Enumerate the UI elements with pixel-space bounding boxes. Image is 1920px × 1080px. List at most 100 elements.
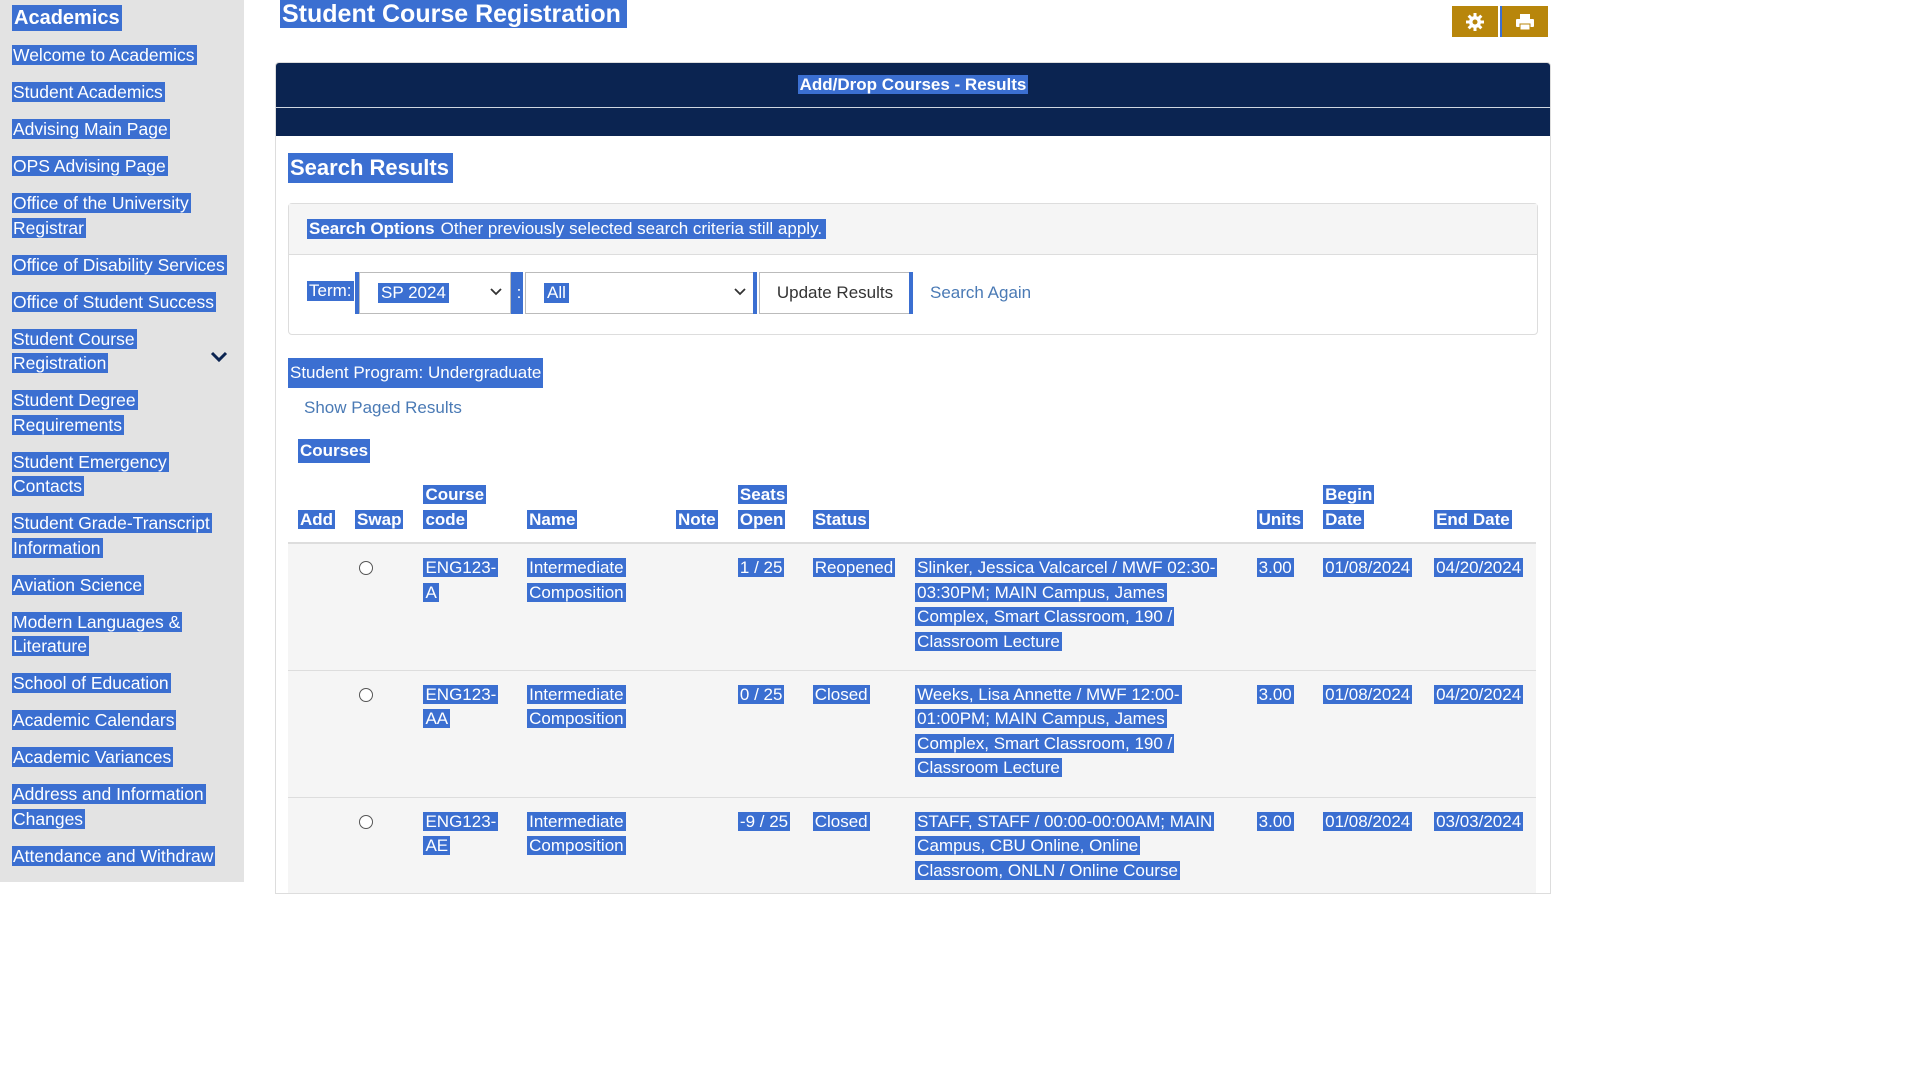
course-name: Intermediate Composition (527, 558, 626, 602)
filter-select[interactable]: All (525, 272, 755, 314)
show-paged-results-link[interactable]: Show Paged Results (304, 398, 462, 418)
sidebar-title: Academics (12, 5, 122, 31)
swap-radio[interactable] (359, 814, 374, 829)
sidebar-item-label[interactable]: Academic Variances (12, 747, 174, 767)
sidebar-item-grade-transcript[interactable]: Student Grade-Transcript Information (12, 511, 234, 560)
sidebar-item-school-of-education[interactable]: School of Education (12, 671, 234, 696)
courses-heading: Courses (298, 439, 371, 463)
sidebar-item-course-registration[interactable]: Student Course Registration (12, 327, 234, 376)
separator (909, 272, 913, 314)
sidebar-item-ops-advising[interactable]: OPS Advising Page (12, 154, 234, 179)
table-row: ENG123-A Intermediate Composition 1 / 25… (288, 543, 1536, 671)
course-note (665, 670, 728, 798)
begin-date: 01/08/2024 (1323, 684, 1413, 704)
course-status: Closed (812, 684, 870, 704)
end-date: 04/20/2024 (1434, 684, 1524, 704)
sidebar-item-modern-languages[interactable]: Modern Languages & Literature (12, 610, 234, 659)
chevron-down-icon (490, 288, 502, 296)
sidebar-item-registrar[interactable]: Office of the University Registrar (12, 191, 234, 240)
section-title: Search Results (288, 153, 453, 183)
sidebar-item-aviation-science[interactable]: Aviation Science (12, 573, 234, 598)
sidebar-item-label[interactable]: Aviation Science (12, 574, 145, 595)
term-separator: : (515, 272, 523, 314)
col-name: Name (517, 473, 666, 544)
sidebar-item-label[interactable]: Attendance and Withdraw (12, 845, 216, 866)
sidebar-item-label[interactable]: Welcome to Academics (12, 45, 197, 65)
col-swap: Swap (345, 473, 414, 544)
course-code: ENG123-AE (423, 811, 499, 855)
sidebar-item-label[interactable]: Student Course Registration (12, 328, 137, 373)
col-end-date: End Date (1424, 473, 1536, 544)
sidebar-item-label[interactable]: Student Grade-Transcript Information (12, 513, 212, 558)
course-status: Reopened (812, 558, 896, 577)
col-seats-open: Seats Open (727, 473, 803, 544)
course-details: Slinker, Jessica Valcarcel / MWF 02:30-0… (915, 558, 1218, 651)
print-button[interactable] (1500, 6, 1548, 37)
sidebar-item-advising-main[interactable]: Advising Main Page (12, 117, 234, 142)
chevron-down-icon (734, 288, 746, 296)
table-header-row: Add Swap Course code Name Note Seats Ope… (288, 473, 1536, 544)
sidebar-item-label[interactable]: Office of Student Success (12, 291, 217, 312)
sidebar-item-label[interactable]: Address and Information Changes (12, 784, 206, 829)
panel-header: Add/Drop Courses - Results (276, 63, 1550, 108)
begin-date: 01/08/2024 (1323, 811, 1413, 831)
col-details (905, 473, 1247, 544)
separator (753, 272, 757, 314)
sidebar-item-label[interactable]: Academic Calendars (12, 710, 177, 730)
sidebar-item-label[interactable]: Student Emergency Contacts (12, 451, 169, 496)
sidebar-item-label[interactable]: Student Academics (12, 82, 165, 102)
sidebar-item-label[interactable]: School of Education (12, 673, 171, 693)
sidebar-item-academic-variances[interactable]: Academic Variances (12, 745, 234, 770)
course-units: 3.00 (1256, 811, 1294, 831)
sidebar-item-label[interactable]: Student Degree Requirements (12, 390, 138, 435)
sidebar-item-emergency-contacts[interactable]: Student Emergency Contacts (12, 450, 234, 499)
swap-radio[interactable] (359, 687, 374, 702)
course-units: 3.00 (1256, 684, 1294, 704)
seats-open: -9 / 25 (737, 811, 791, 831)
term-select-value: SP 2024 (378, 283, 449, 303)
course-note (665, 543, 728, 671)
sidebar-item-student-academics[interactable]: Student Academics (12, 80, 234, 105)
sidebar-item-degree-requirements[interactable]: Student Degree Requirements (12, 388, 234, 437)
sidebar-item-academic-calendars[interactable]: Academic Calendars (12, 708, 234, 733)
sidebar-item-label[interactable]: Office of Disability Services (12, 254, 227, 275)
course-details: STAFF, STAFF / 00:00-00:00AM; MAIN Campu… (915, 811, 1215, 880)
swap-radio[interactable] (359, 561, 374, 575)
swap-cell (345, 543, 414, 671)
panel-heading: Add/Drop Courses - Results (797, 75, 1029, 94)
sidebar-nav: Welcome to Academics Student Academics A… (12, 43, 234, 881)
sidebar-item-label[interactable]: OPS Advising Page (12, 156, 168, 176)
sidebar-item-student-success[interactable]: Office of Student Success (12, 290, 234, 315)
search-options-title: Search Options (309, 219, 435, 238)
course-details: Weeks, Lisa Annette / MWF 12:00-01:00PM;… (915, 684, 1182, 777)
term-select[interactable]: SP 2024 (359, 272, 511, 314)
gear-icon (1466, 12, 1484, 31)
sidebar-item-welcome[interactable]: Welcome to Academics (12, 43, 234, 68)
sidebar-item-label[interactable]: Modern Languages & Literature (12, 611, 183, 656)
search-again-link[interactable]: Search Again (930, 283, 1031, 303)
seats-open: 1 / 25 (737, 558, 785, 577)
sidebar-item-disability-services[interactable]: Office of Disability Services (12, 253, 234, 278)
course-name: Intermediate Composition (527, 684, 626, 728)
update-results-button[interactable]: Update Results (759, 272, 911, 314)
sidebar-item-attendance-withdraw[interactable]: Attendance and Withdraw (12, 844, 234, 869)
seats-open: 0 / 25 (737, 684, 785, 704)
course-name: Intermediate Composition (527, 811, 626, 855)
course-code: ENG123-AA (423, 684, 499, 728)
col-status: Status (802, 473, 906, 544)
sidebar-item-label[interactable]: Advising Main Page (12, 119, 170, 139)
col-note: Note (665, 473, 728, 544)
term-label: Term: (307, 281, 354, 301)
settings-button[interactable] (1452, 6, 1498, 37)
course-note (665, 797, 728, 893)
col-add: Add (288, 473, 346, 544)
sidebar-item-address-changes[interactable]: Address and Information Changes (12, 782, 234, 831)
course-units: 3.00 (1256, 558, 1294, 577)
add-cell (288, 543, 346, 671)
panel-subheader (276, 108, 1550, 136)
search-options-note: Other previously selected search criteri… (440, 219, 823, 238)
sidebar-item-label[interactable]: Office of the University Registrar (12, 193, 191, 238)
search-options-box: Search Options Other previously selected … (288, 203, 1538, 335)
chevron-down-icon[interactable] (210, 351, 228, 363)
end-date: 04/20/2024 (1434, 558, 1524, 577)
